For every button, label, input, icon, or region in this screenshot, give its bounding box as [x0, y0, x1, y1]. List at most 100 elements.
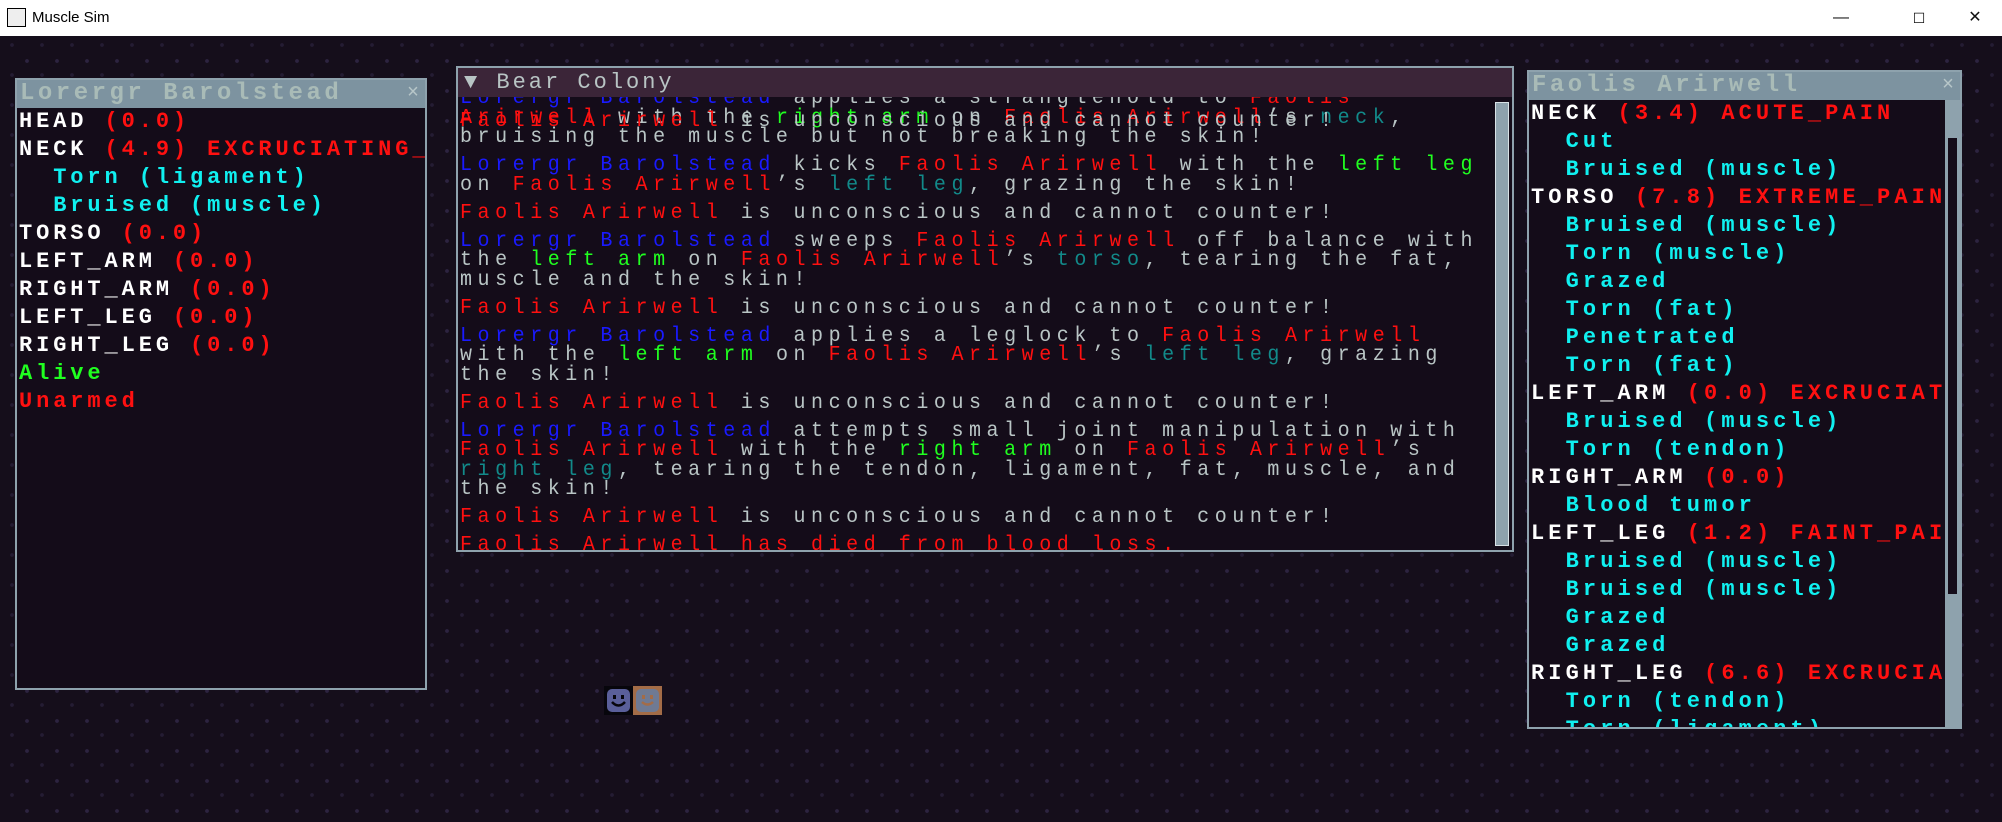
text-span: RIGHT_ARM: [19, 277, 191, 302]
text-span: , grazing: [1284, 343, 1443, 368]
log-line: Faolis Arirwell is unconscious and canno…: [458, 390, 1494, 416]
text-span: Torn (ligament): [1531, 717, 1825, 727]
close-icon[interactable]: ×: [1942, 72, 1954, 100]
text-span: , tearing the fat,: [1144, 248, 1461, 273]
text-span: LEFT_ARM: [19, 249, 173, 274]
status-line: RIGHT_LEG (6.6) EXCRUCIAT: [1531, 660, 1945, 688]
text-span: Grazed: [1531, 269, 1670, 294]
text-span: Cut: [1531, 129, 1618, 154]
status-line: LEFT_ARM (0.0) EXCRUCIAT: [1531, 380, 1945, 408]
text-span: left leg: [828, 172, 970, 198]
status-line: Bruised (muscle): [1531, 212, 1945, 240]
status-line: Bruised (muscle): [1531, 156, 1945, 184]
text-span: Torn (fat): [1531, 297, 1739, 322]
text-span: Faolis Arirwell: [828, 343, 1092, 368]
status-line: Torn (tendon): [1531, 688, 1945, 716]
log-entry: Lorergr Barolstead kicks Faolis Arirwell…: [458, 155, 1494, 198]
status-line: RIGHT_LEG (0.0): [19, 332, 425, 360]
text-span: the skin!: [460, 477, 618, 502]
log-line: the skin!: [458, 362, 1494, 388]
text-span: Grazed: [1531, 605, 1670, 630]
log-header[interactable]: ▼ Bear Colony: [458, 68, 1512, 97]
text-span: (0.0) EXCRUCIAT: [1686, 381, 1945, 406]
status-line: NECK (3.4) ACUTE_PAIN: [1531, 100, 1945, 128]
text-span: RIGHT_LEG: [1531, 661, 1705, 686]
log-line: Faolis Arirwell is unconscious and canno…: [458, 505, 1494, 530]
log-scrollbar[interactable]: [1495, 102, 1509, 546]
text-span: the skin!: [460, 362, 618, 388]
text-span: torso: [1056, 248, 1145, 273]
status-line: TORSO (0.0): [19, 220, 425, 248]
text-span: Faolis Arirwell: [460, 505, 724, 530]
text-span: Faolis Arirwell: [460, 200, 724, 226]
close-button[interactable]: ✕: [1952, 0, 1998, 36]
text-span: (3.4) ACUTE_PAIN: [1617, 101, 1895, 126]
collapse-arrow-icon[interactable]: ▼: [464, 70, 480, 95]
panel-title: Lorergr Barolstead: [20, 80, 343, 107]
text-span: is unconscious and cannot counter!: [723, 390, 1338, 416]
status-line: Grazed: [1531, 268, 1945, 296]
status-line: Grazed: [1531, 604, 1945, 632]
text-span: HEAD: [19, 109, 105, 134]
text-span: Torn (tendon): [1531, 437, 1791, 462]
text-span: ’s: [1004, 248, 1057, 273]
log-entry: Faolis Arirwell is unconscious and canno…: [458, 505, 1494, 530]
text-span: Faolis Arirwell: [460, 390, 724, 416]
text-span: is unconscious and cannot counter!: [723, 200, 1338, 226]
text-span: Torn (ligament): [19, 165, 310, 190]
text-span: Faolis Arirwell has died from blood loss…: [460, 533, 1180, 550]
enemy-face-icon[interactable]: [633, 686, 662, 715]
text-span: Faolis Arirwell: [460, 109, 724, 134]
log-entry: Faolis Arirwell has died from blood loss…: [458, 533, 1494, 550]
status-line: Grazed: [1531, 632, 1945, 660]
text-span: Unarmed: [19, 389, 139, 414]
text-span: (0.0): [190, 333, 276, 358]
status-line: HEAD (0.0): [19, 108, 425, 136]
body-status-list: HEAD (0.0) NECK (4.9) EXCRUCIATING_ Torn …: [17, 108, 425, 416]
player-face-icon[interactable]: [604, 686, 633, 715]
log-entry: Faolis Arirwell is unconscious and canno…: [458, 200, 1494, 226]
panel-title-bar[interactable]: Lorergr Barolstead ×: [17, 80, 425, 108]
scrollbar[interactable]: [1945, 100, 1960, 727]
status-line: Blood tumor: [1531, 492, 1945, 520]
maximize-button[interactable]: ☐: [1896, 0, 1942, 36]
text-span: Bruised (muscle): [1531, 549, 1843, 574]
status-line: Bruised (muscle): [1531, 576, 1945, 604]
text-span: Torn (muscle): [1531, 241, 1791, 266]
status-line: Torn (tendon): [1531, 436, 1945, 464]
close-icon[interactable]: ×: [407, 80, 419, 108]
status-line: LEFT_ARM (0.0): [19, 248, 425, 276]
log-entry: Faolis Arirwell is unconscious and canno…: [458, 297, 1494, 318]
app-icon: [7, 8, 26, 27]
log-line-overlap: Faolis Arirwell is unconscious and canno…: [458, 109, 1338, 134]
combat-log-window: ▼ Bear Colony Lorergr Barolstead applies…: [456, 66, 1514, 552]
text-span: on: [758, 343, 829, 368]
text-span: , grazing the skin!: [969, 172, 1303, 198]
text-span: is unconscious and cannot counter!: [723, 109, 1338, 134]
status-line: Torn (ligament): [19, 164, 425, 192]
scrollbar-thumb[interactable]: [1948, 138, 1957, 594]
status-line: NECK (4.9) EXCRUCIATING_: [19, 136, 425, 164]
panel-title-bar[interactable]: Faolis Arirwell ×: [1529, 72, 1960, 100]
text-span: is unconscious and cannot counter!: [723, 505, 1338, 530]
status-line: Bruised (muscle): [19, 192, 425, 220]
fighter-panel-left: Lorergr Barolstead × HEAD (0.0) NECK (4.9…: [15, 78, 427, 690]
text-span: TORSO: [19, 221, 122, 246]
text-span: (0.0): [172, 305, 259, 330]
text-span: , tearing the tendon, ligament, fat, mus…: [617, 457, 1461, 483]
text-span: (4.9) EXCRUCIATING_: [104, 137, 425, 162]
status-line: Penetrated: [1531, 324, 1945, 352]
text-span: Penetrated: [1531, 325, 1739, 350]
text-span: Blood tumor: [1531, 493, 1756, 518]
text-span: LEFT_ARM: [1531, 381, 1687, 406]
text-span: Alive: [19, 361, 105, 386]
text-span: ’s: [1091, 343, 1145, 368]
window-title: Muscle Sim: [32, 9, 110, 26]
text-span: Bruised (muscle): [1531, 157, 1843, 182]
log-line: Faolis Arirwell has died from blood loss…: [458, 533, 1494, 550]
status-line: Torn (ligament): [1531, 716, 1945, 727]
text-span: TORSO: [1531, 185, 1635, 210]
minimize-button[interactable]: —: [1818, 0, 1864, 36]
text-span: ’s: [775, 172, 829, 198]
status-line: RIGHT_ARM (0.0): [1531, 464, 1945, 492]
